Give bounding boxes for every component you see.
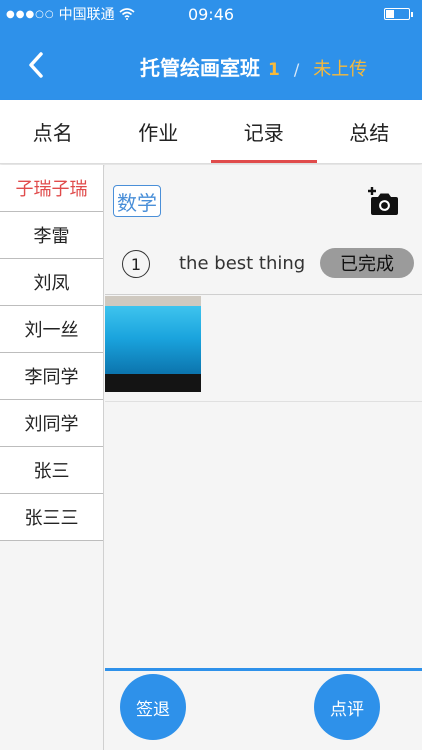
page-title: 托管绘画室班 1 / 未上传 — [140, 52, 367, 81]
status-bar: ●●●○○ 中国联通 09:46 — [0, 0, 422, 28]
battery-icon — [384, 8, 413, 20]
student-list: 子瑞子瑞 李雷 刘凤 刘一丝 李同学 刘同学 张三 张三三 — [0, 165, 104, 750]
subject-badge: 数学 — [113, 185, 161, 217]
student-item[interactable]: 刘同学 — [0, 400, 103, 447]
tab-rollcall[interactable]: 点名 — [0, 100, 106, 163]
divider — [105, 401, 422, 402]
nav-bar: 托管绘画室班 1 / 未上传 — [0, 40, 422, 90]
student-item[interactable]: 刘凤 — [0, 259, 103, 306]
tab-summary[interactable]: 总结 — [317, 100, 422, 163]
task-text: the best thing — [179, 253, 306, 274]
tab-homework[interactable]: 作业 — [106, 100, 212, 163]
top-bar: ●●●○○ 中国联通 09:46 托管绘画室班 1 / 未上传 — [0, 0, 422, 100]
upload-status[interactable]: 未上传 — [313, 55, 367, 81]
task-status-badge: 已完成 — [320, 248, 414, 278]
add-photo-button[interactable] — [368, 185, 400, 217]
student-item[interactable]: 李同学 — [0, 353, 103, 400]
student-item[interactable]: 子瑞子瑞 — [0, 165, 103, 212]
student-item[interactable]: 张三 — [0, 447, 103, 494]
student-item[interactable]: 张三三 — [0, 494, 103, 541]
student-item[interactable]: 刘一丝 — [0, 306, 103, 353]
bottom-accent-line — [105, 668, 422, 671]
status-time: 09:46 — [187, 4, 235, 24]
tab-records[interactable]: 记录 — [211, 100, 317, 163]
tab-bar: 点名 作业 记录 总结 — [0, 100, 422, 164]
divider — [105, 294, 422, 295]
title-separator: / — [293, 60, 300, 79]
sign-out-button[interactable]: 签退 — [120, 674, 186, 740]
task-number: 1 — [122, 250, 150, 278]
class-title: 托管绘画室班 — [140, 56, 260, 80]
add-camera-icon — [368, 187, 398, 215]
record-panel: 数学 1 the best thing 已完成 签退 点评 — [105, 165, 422, 750]
upload-count: 1 — [268, 60, 280, 80]
student-item[interactable]: 李雷 — [0, 212, 103, 259]
chevron-left-icon — [29, 52, 43, 78]
task-row[interactable]: 1 the best thing 已完成 — [105, 237, 422, 293]
comment-button[interactable]: 点评 — [314, 674, 380, 740]
record-photo-thumbnail[interactable] — [105, 296, 201, 392]
back-button[interactable] — [16, 48, 56, 82]
